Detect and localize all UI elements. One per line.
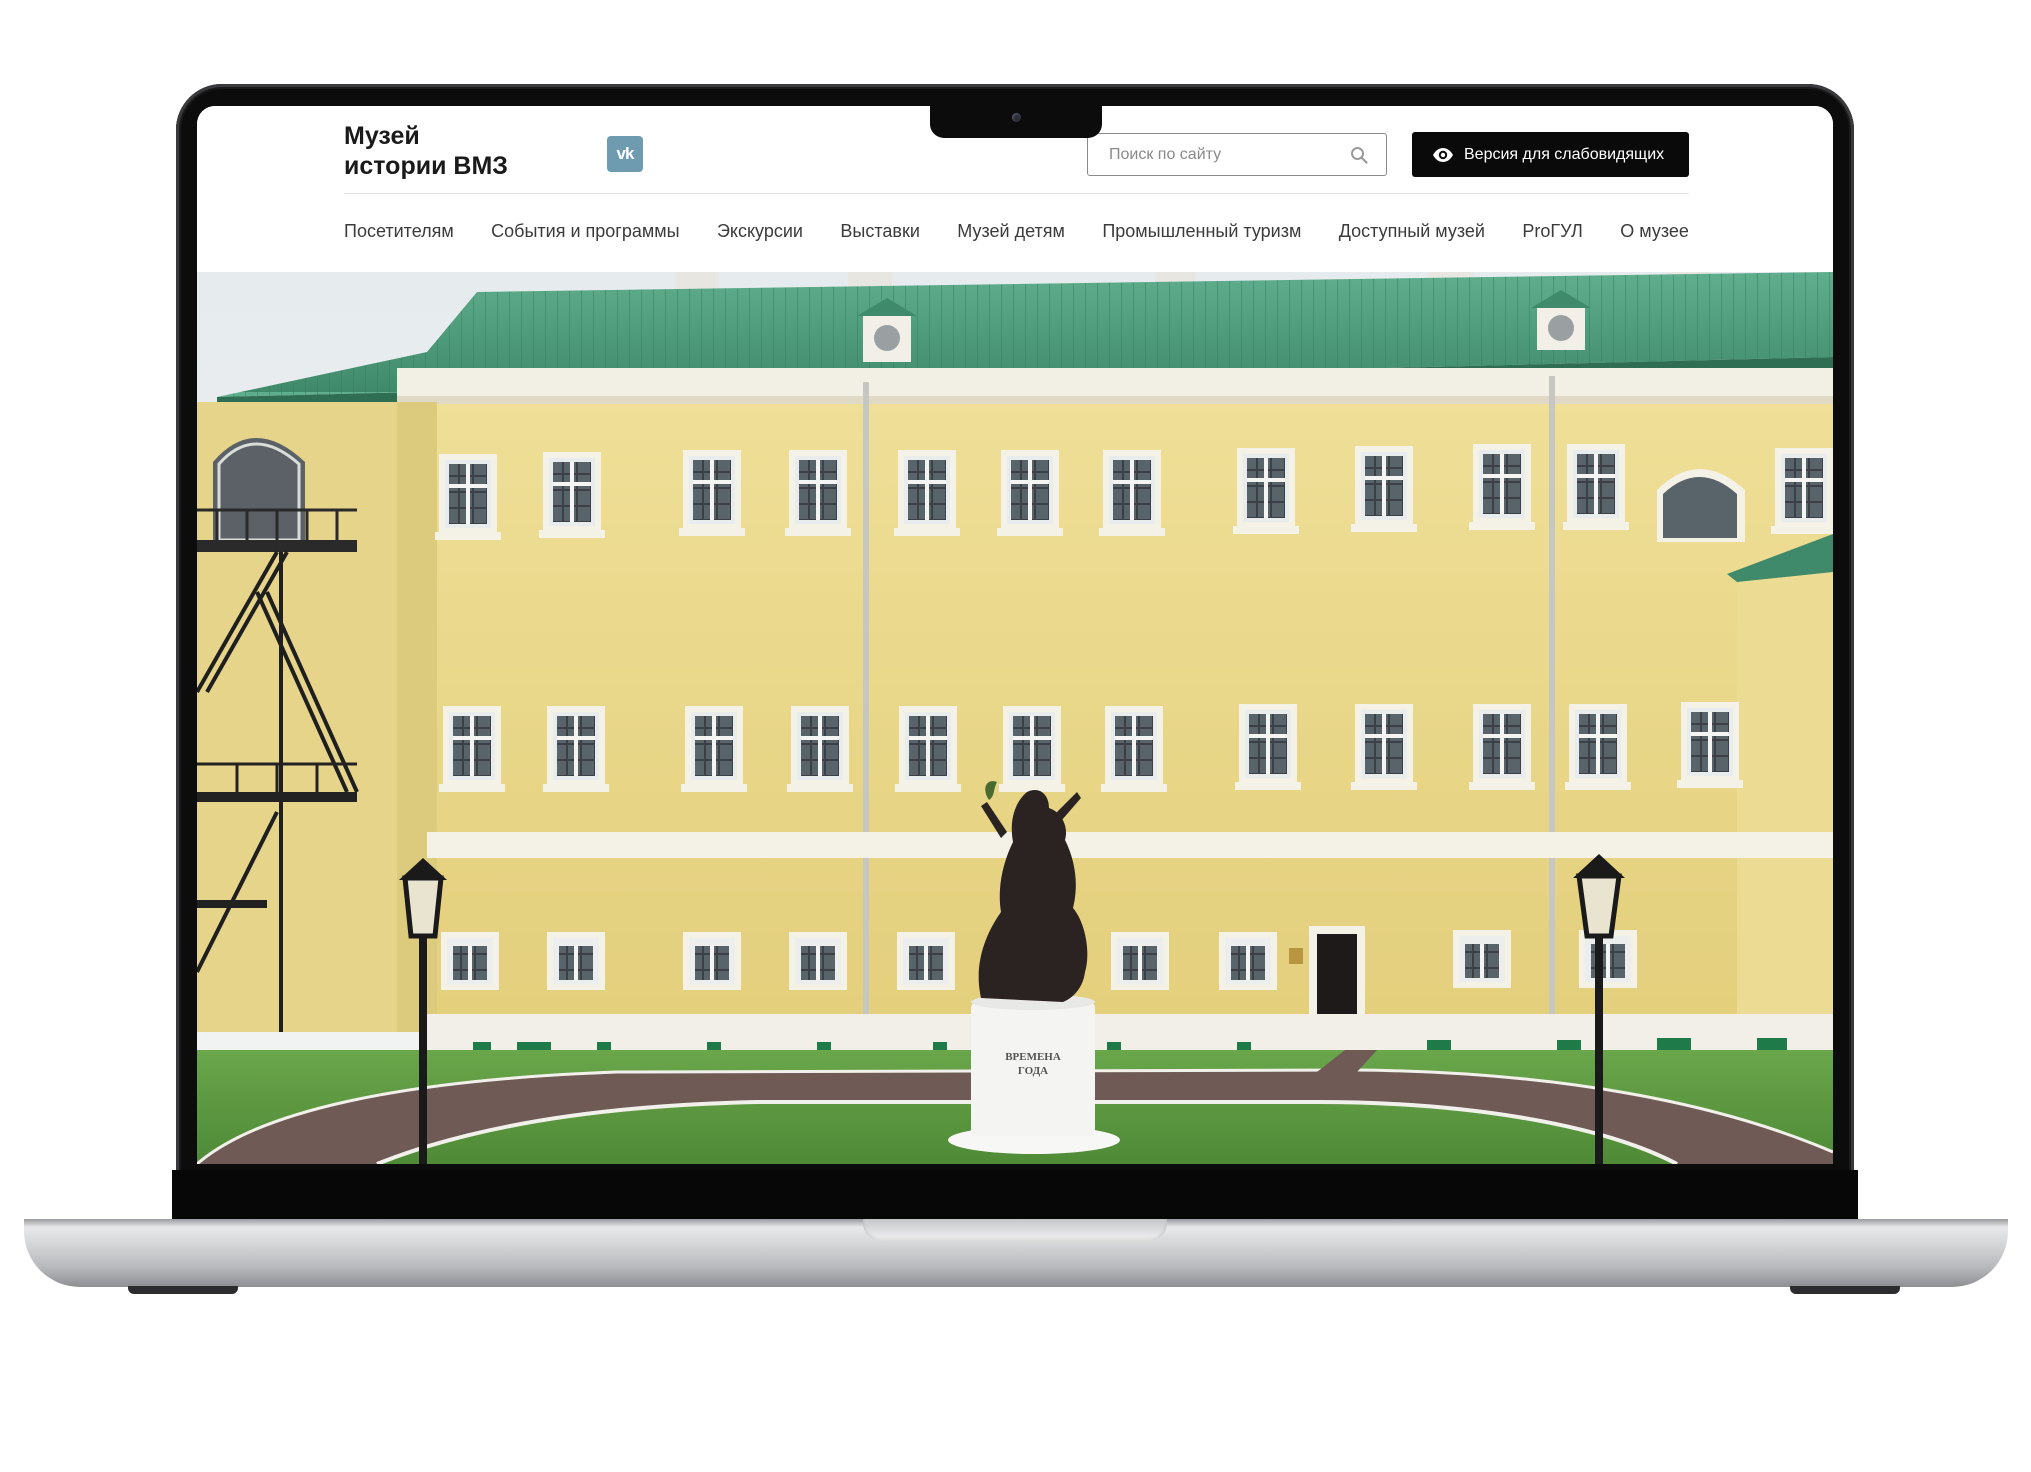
search-input[interactable] bbox=[1107, 134, 1341, 176]
site-logo[interactable]: Музей истории ВМЗ bbox=[344, 121, 564, 181]
laptop-foot-right bbox=[1790, 1286, 1900, 1294]
search-icon[interactable] bbox=[1350, 146, 1368, 164]
nav-item-kids[interactable]: Музей детям bbox=[957, 221, 1065, 242]
search-box bbox=[1087, 133, 1387, 176]
accessibility-version-button[interactable]: Версия для слабовидящих bbox=[1412, 132, 1689, 177]
eye-icon bbox=[1433, 147, 1453, 162]
monument-inscription-line1: ВРЕМЕНА bbox=[1005, 1051, 1061, 1063]
logo-line-1: Музей bbox=[344, 122, 420, 150]
hero-photo: ВРЕМЕНА ГОДА bbox=[197, 272, 1833, 1164]
header-divider bbox=[344, 193, 1689, 194]
nav-item-excursions[interactable]: Экскурсии bbox=[717, 221, 803, 242]
nav-item-events[interactable]: События и программы bbox=[491, 221, 679, 242]
laptop-foot-left bbox=[128, 1286, 238, 1294]
vk-icon[interactable]: vk bbox=[607, 136, 643, 172]
museum-building-photo: ВРЕМЕНА ГОДА bbox=[197, 272, 1833, 1164]
monument-inscription-line2: ГОДА bbox=[1018, 1065, 1048, 1077]
laptop-screen: Музей истории ВМЗ vk Версия для слабовид… bbox=[197, 106, 1833, 1164]
logo-line-2: истории ВМЗ bbox=[344, 152, 508, 180]
nav-item-accessible-museum[interactable]: Доступный музей bbox=[1339, 221, 1485, 242]
laptop-opening-notch bbox=[863, 1219, 1167, 1241]
nav-item-exhibitions[interactable]: Выставки bbox=[840, 221, 920, 242]
laptop-screen-bezel-bottom bbox=[172, 1170, 1858, 1222]
webcam-icon bbox=[1012, 113, 1021, 122]
nav-item-about[interactable]: О музее bbox=[1620, 221, 1689, 242]
nav-item-progul[interactable]: ProГУЛ bbox=[1522, 221, 1582, 242]
accessibility-button-label: Версия для слабовидящих bbox=[1464, 145, 1665, 163]
nav-item-visitors[interactable]: Посетителям bbox=[344, 221, 454, 242]
main-nav: Посетителям События и программы Экскурси… bbox=[344, 218, 1689, 244]
nav-item-industrial-tourism[interactable]: Промышленный туризм bbox=[1102, 221, 1301, 242]
